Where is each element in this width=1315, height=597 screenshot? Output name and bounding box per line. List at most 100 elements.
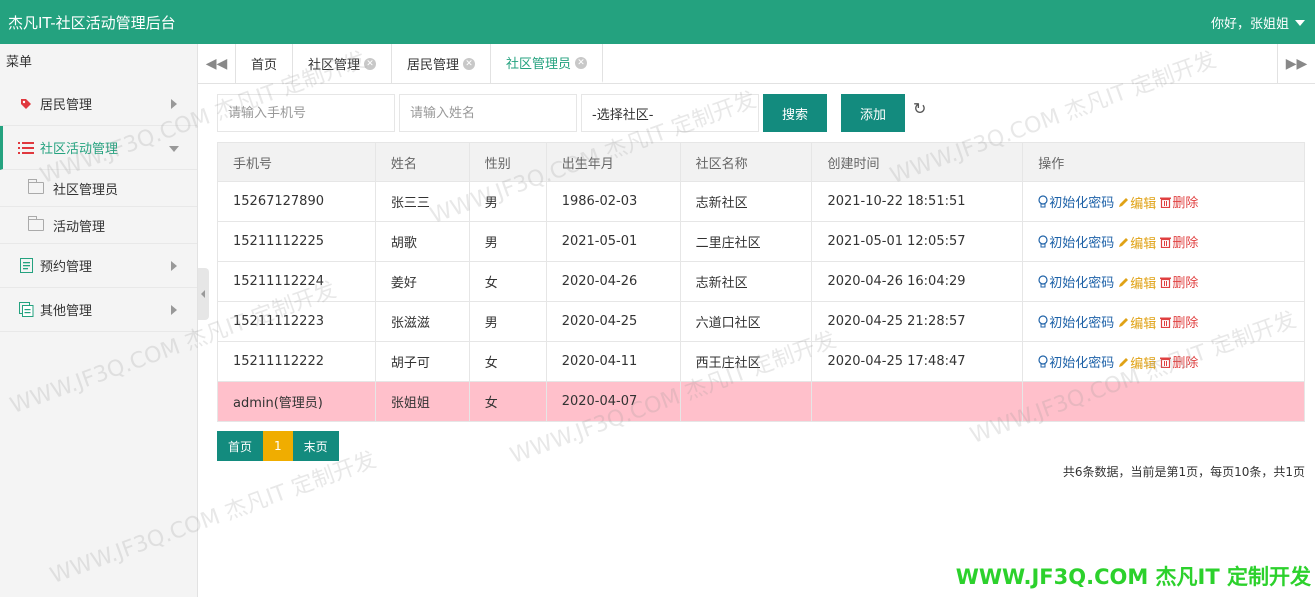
reset-password-link-label: 初始化密码 — [1049, 315, 1115, 331]
sidebar-subitem-label: 活动管理 — [53, 219, 106, 235]
reset-password-link[interactable]: 初始化密码 — [1038, 352, 1114, 371]
cell-name: 张姐姐 — [374, 381, 470, 422]
table-row: 15211112222 胡子可女 2020-04-11 西王庄社区 2020-04-25… — [217, 341, 1305, 382]
current-page[interactable]: 1 — [263, 431, 293, 461]
admin-table: 手机号 姓名 性别 出生年月 社区名称 创建时间 操作 15267127890 张… — [217, 142, 1305, 422]
cell-phone: 15211112225 — [217, 221, 376, 262]
lightbulb-icon — [1038, 194, 1048, 208]
tab-residents[interactable]: 居民管理 ✕ — [392, 44, 492, 83]
column-header[interactable]: 社区名称 — [679, 142, 813, 182]
cell-created — [811, 381, 1024, 422]
search-toolbar: -选择社区- 搜索 添加 ↻ — [217, 94, 926, 132]
cell-birth: 2020-04-11 — [545, 341, 681, 382]
reset-password-link[interactable]: 初始化密码 — [1038, 232, 1114, 251]
cell-created: 2020-04-26 16:04:29 — [811, 261, 1024, 302]
top-header: 杰凡IT-社区活动管理后台 你好，张姐姐 — [0, 0, 1315, 44]
pencil-icon — [1118, 357, 1129, 368]
sidebar-subitem-activities[interactable]: 活动管理 — [0, 207, 197, 244]
search-button[interactable]: 搜索 — [763, 94, 827, 132]
edit-link[interactable]: 编辑 — [1118, 353, 1156, 372]
delete-link-label: 删除 — [1172, 196, 1199, 211]
cell-community: 六道口社区 — [679, 301, 813, 342]
tab-label: 首页 — [251, 58, 278, 73]
reset-password-link[interactable]: 初始化密码 — [1038, 312, 1114, 331]
edit-link[interactable]: 编辑 — [1118, 233, 1156, 252]
cell-community: 西王庄社区 — [679, 341, 813, 382]
tab-label: 社区管理员 — [506, 57, 572, 72]
cell-gender: 男 — [468, 181, 547, 222]
chevron-right-icon — [171, 305, 177, 315]
cell-actions: 初始化密码 编辑 删除 — [1022, 221, 1305, 262]
delete-link-label: 删除 — [1172, 316, 1199, 331]
reset-password-link-label: 初始化密码 — [1049, 275, 1115, 291]
cell-phone: 15211112224 — [217, 261, 376, 302]
delete-link[interactable]: 删除 — [1160, 312, 1198, 331]
trash-icon — [1160, 196, 1172, 208]
reset-password-link[interactable]: 初始化密码 — [1038, 272, 1114, 291]
sidebar-item-residents[interactable]: 居民管理 — [0, 82, 197, 126]
cell-gender: 女 — [468, 341, 547, 382]
delete-link[interactable]: 删除 — [1160, 232, 1198, 251]
list-icon — [18, 140, 34, 156]
delete-link-label: 删除 — [1172, 276, 1199, 291]
cell-gender: 女 — [468, 261, 547, 302]
menu-title: 菜单 — [6, 55, 33, 70]
edit-link-label: 编辑 — [1130, 356, 1157, 372]
name-search-input[interactable] — [399, 94, 577, 132]
sidebar-item-community-activity[interactable]: 社区活动管理 — [0, 126, 197, 170]
community-select[interactable]: -选择社区- — [581, 94, 759, 132]
reset-password-link[interactable]: 初始化密码 — [1038, 192, 1114, 211]
lightbulb-icon — [1038, 314, 1048, 328]
tag-icon — [18, 96, 34, 112]
column-header[interactable]: 出生年月 — [545, 142, 681, 182]
delete-link[interactable]: 删除 — [1160, 192, 1198, 211]
sidebar-collapse-handle[interactable] — [198, 268, 209, 320]
refresh-icon[interactable]: ↻ — [913, 99, 926, 118]
table-row: 15211112223 张滋滋男 2020-04-25 六道口社区 2020-04-25… — [217, 301, 1305, 342]
cell-name: 张三三 — [374, 181, 470, 222]
user-greeting: 你好，张姐姐 — [1210, 17, 1289, 32]
column-header[interactable]: 操作 — [1022, 142, 1305, 182]
community-select-value: -选择社区- — [592, 107, 654, 123]
sidebar-subitem-label: 社区管理员 — [53, 182, 119, 198]
column-header[interactable]: 创建时间 — [811, 142, 1024, 182]
add-button[interactable]: 添加 — [841, 94, 905, 132]
cell-actions: 初始化密码 编辑 删除 — [1022, 261, 1305, 302]
cell-community: 二里庄社区 — [679, 221, 813, 262]
tab-community-admins[interactable]: 社区管理员 ✕ — [491, 44, 604, 83]
tab-scroll-left-icon[interactable]: ◀◀ — [198, 44, 236, 83]
edit-link[interactable]: 编辑 — [1118, 313, 1156, 332]
folder-icon — [28, 216, 44, 231]
first-page-button[interactable]: 首页 — [217, 431, 264, 461]
tab-bar: ◀◀ 首页 社区管理 ✕ 居民管理 ✕ 社区管理员 ✕ ▶▶ — [198, 44, 1315, 84]
cell-name: 胡歌 — [374, 221, 470, 262]
cell-phone: admin(管理员) — [217, 381, 376, 422]
close-icon[interactable]: ✕ — [463, 57, 476, 70]
phone-search-input[interactable] — [217, 94, 395, 132]
edit-link-label: 编辑 — [1130, 236, 1157, 252]
chevron-down-icon — [1295, 19, 1305, 26]
edit-link[interactable]: 编辑 — [1118, 193, 1156, 212]
column-header[interactable]: 姓名 — [374, 142, 470, 182]
sidebar-item-other[interactable]: 其他管理 — [0, 288, 197, 332]
pencil-icon — [1118, 197, 1129, 208]
delete-link[interactable]: 删除 — [1160, 352, 1198, 371]
tab-label: 社区管理 — [308, 58, 361, 73]
tab-home[interactable]: 首页 — [236, 44, 294, 83]
delete-link[interactable]: 删除 — [1160, 272, 1198, 291]
cell-name: 姜好 — [374, 261, 470, 302]
tab-scroll-right-icon[interactable]: ▶▶ — [1277, 44, 1315, 83]
edit-link[interactable]: 编辑 — [1118, 273, 1156, 292]
sidebar-subitem-community-admins[interactable]: 社区管理员 — [0, 170, 197, 207]
close-icon[interactable]: ✕ — [575, 56, 588, 69]
sidebar-item-reservations[interactable]: 预约管理 — [0, 244, 197, 288]
tab-community[interactable]: 社区管理 ✕ — [293, 44, 393, 83]
edit-link-label: 编辑 — [1130, 196, 1157, 212]
cell-name: 胡子可 — [374, 341, 470, 382]
column-header[interactable]: 性别 — [468, 142, 547, 182]
column-header[interactable]: 手机号 — [217, 142, 376, 182]
last-page-button[interactable]: 末页 — [292, 431, 339, 461]
user-menu[interactable]: 你好，张姐姐 — [1211, 13, 1305, 32]
close-icon[interactable]: ✕ — [364, 57, 377, 70]
cell-name: 张滋滋 — [374, 301, 470, 342]
